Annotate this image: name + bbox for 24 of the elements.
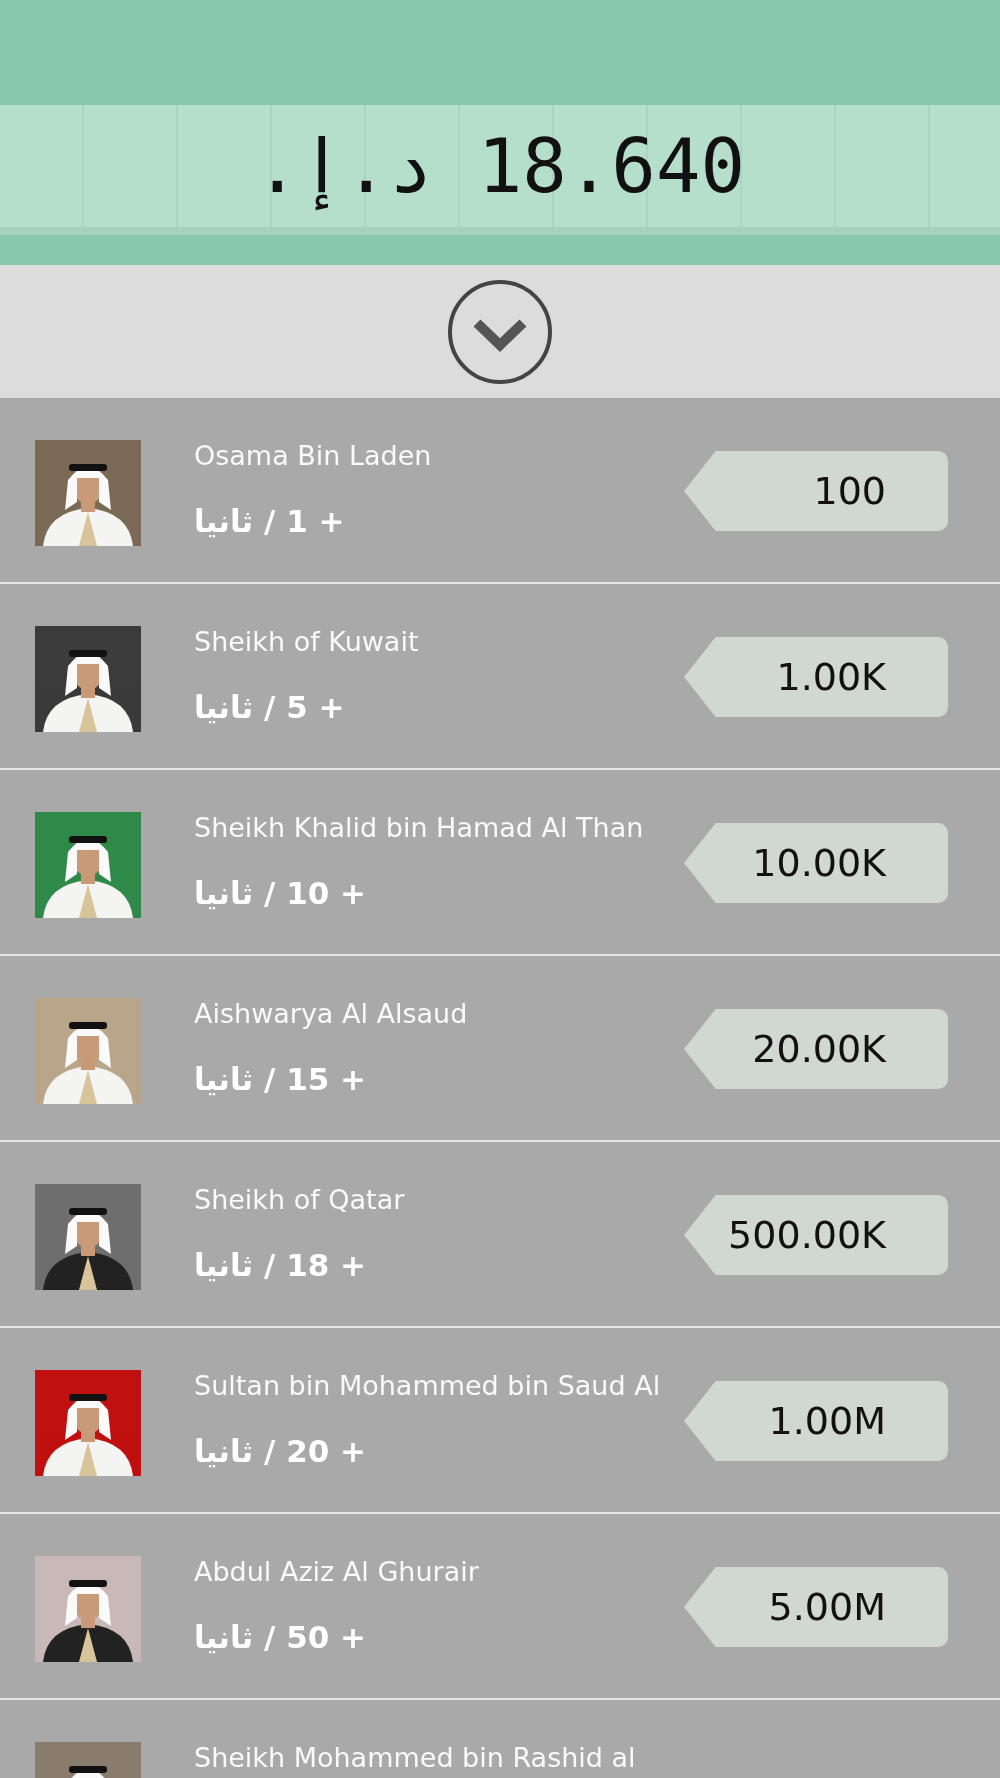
price-tag[interactable]: 500.00K bbox=[684, 1195, 948, 1275]
income-rate: + 15 / ثانيا bbox=[194, 1061, 367, 1097]
price-tag[interactable]: 100 bbox=[684, 451, 948, 531]
item-name: Sheikh of Kuwait bbox=[194, 626, 419, 657]
price-tag[interactable]: 20.00K bbox=[684, 1009, 948, 1089]
item-name: Sultan bin Mohammed bin Saud Al bbox=[194, 1370, 661, 1401]
income-rate: + 18 / ثانيا bbox=[194, 1247, 367, 1283]
price-tag[interactable]: 10.00K bbox=[684, 823, 948, 903]
income-rate: + 5 / ثانيا bbox=[194, 689, 345, 725]
item-name: Aishwarya Al Alsaud bbox=[194, 998, 468, 1029]
balance-display: 18.640 د.إ. bbox=[254, 123, 746, 209]
item-name: Osama Bin Laden bbox=[194, 440, 432, 471]
income-rate: + 10 / ثانيا bbox=[194, 875, 367, 911]
income-rate: + 20 / ثانيا bbox=[194, 1433, 367, 1469]
income-rate: + 1 / ثانيا bbox=[194, 503, 345, 539]
item-name: Abdul Aziz Al Ghurair bbox=[194, 1556, 479, 1587]
item-name: Sheikh of Qatar bbox=[194, 1184, 405, 1215]
price-tag[interactable]: 5.00M bbox=[684, 1567, 948, 1647]
price-tag[interactable]: 1.00K bbox=[684, 637, 948, 717]
item-name: Sheikh Mohammed bin Rashid al bbox=[194, 1742, 636, 1773]
income-rate: + 50 / ثانيا bbox=[194, 1619, 367, 1655]
collapse-toggle-icon[interactable] bbox=[447, 278, 553, 385]
item-name: Sheikh Khalid bin Hamad Al Than bbox=[194, 812, 644, 843]
price-tag[interactable]: 1.00M bbox=[684, 1381, 948, 1461]
